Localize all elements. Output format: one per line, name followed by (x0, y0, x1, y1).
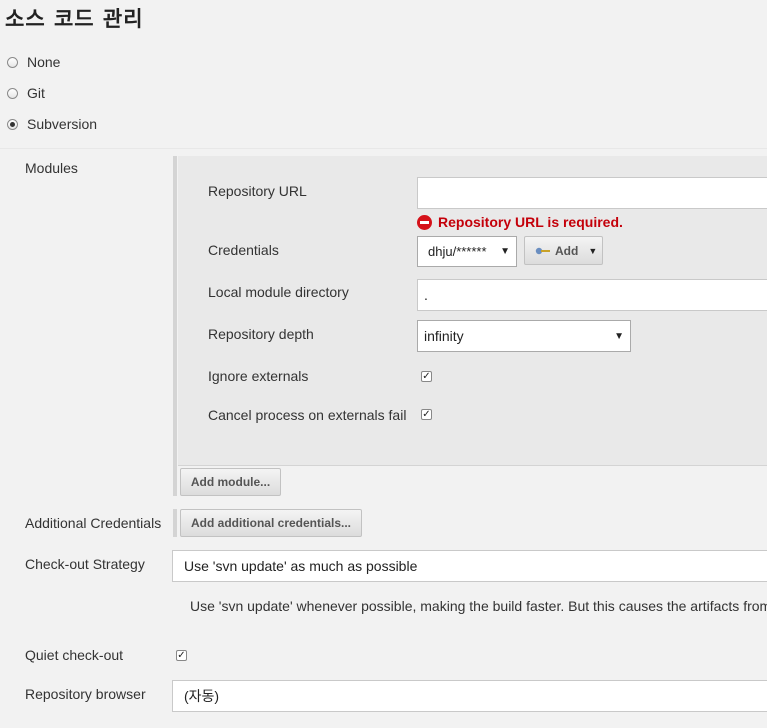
modules-label: Modules (25, 160, 78, 176)
error-message: Repository URL is required. (438, 214, 623, 230)
radio-label-subversion: Subversion (27, 116, 98, 132)
chevron-down-icon: ▼ (614, 330, 624, 342)
add-label: Add (555, 243, 579, 258)
chevron-down-icon: ▼ (500, 246, 510, 257)
cancel-externals-checkbox[interactable]: ✓ (421, 409, 432, 420)
credentials-value: dhju/****** (428, 244, 487, 259)
cancel-externals-label: Cancel process on externals fail (208, 407, 407, 423)
repository-browser-label: Repository browser (25, 686, 146, 702)
add-module-button[interactable]: Add module... (180, 468, 281, 496)
radio-label-none: None (27, 54, 61, 70)
quiet-checkout-checkbox[interactable]: ✓ (176, 650, 187, 661)
repository-browser-select[interactable]: (자동) (172, 680, 767, 712)
radio-git[interactable] (7, 87, 18, 99)
scm-option-none[interactable]: None (7, 52, 60, 72)
repository-depth-select[interactable]: infinity ▼ (417, 320, 631, 352)
credentials-label: Credentials (208, 242, 279, 258)
checkout-strategy-label: Check-out Strategy (25, 556, 145, 572)
modules-indent-bar (173, 156, 177, 496)
additional-credentials-label: Additional Credentials (25, 515, 162, 531)
ignore-externals-checkbox[interactable]: ✓ (421, 371, 432, 382)
radio-label-git: Git (27, 85, 45, 101)
radio-subversion[interactable] (7, 118, 18, 130)
repository-depth-value: infinity (424, 328, 464, 344)
ignore-externals-label: Ignore externals (208, 368, 309, 384)
checkout-strategy-help: Use 'svn update' whenever possible, maki… (190, 598, 767, 614)
checkout-strategy-select[interactable]: Use 'svn update' as much as possible (172, 550, 767, 582)
section-title: 소스 코드 관리 (5, 7, 144, 31)
additional-credentials-bar (173, 509, 177, 537)
repository-depth-label: Repository depth (208, 326, 314, 342)
error-icon (417, 214, 432, 230)
add-additional-credentials-button[interactable]: Add additional credentials... (180, 509, 362, 537)
credentials-select[interactable]: dhju/****** ▼ (417, 236, 517, 267)
repository-url-label: Repository URL (208, 183, 307, 199)
key-icon (535, 247, 550, 254)
local-module-directory-label: Local module directory (208, 284, 349, 300)
scm-option-subversion[interactable]: Subversion (7, 114, 97, 134)
scm-option-git[interactable]: Git (7, 83, 45, 103)
add-credentials-button[interactable]: Add ▼ (524, 236, 603, 265)
local-module-directory-input[interactable]: . (417, 279, 767, 311)
repository-url-error: Repository URL is required. (417, 214, 623, 230)
quiet-checkout-label: Quiet check-out (25, 647, 124, 663)
repository-url-input[interactable] (417, 177, 767, 209)
section-divider (0, 148, 767, 149)
chevron-down-icon: ▼ (588, 245, 598, 256)
radio-none[interactable] (7, 56, 18, 68)
